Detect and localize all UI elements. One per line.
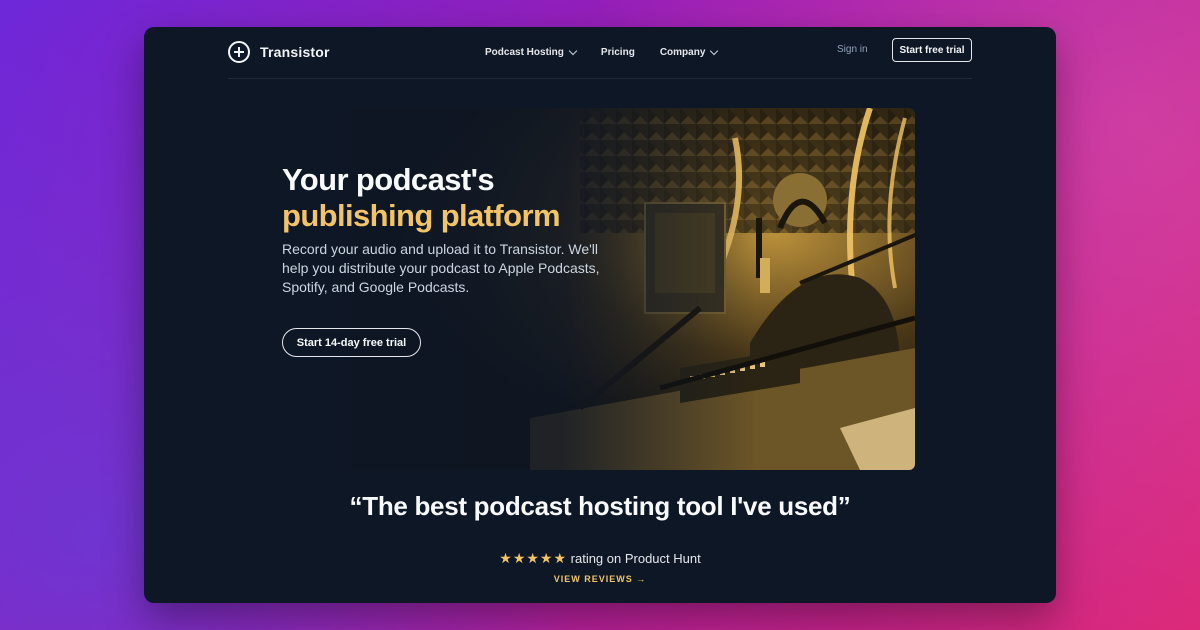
brand-logo[interactable]: Transistor xyxy=(228,39,330,65)
chevron-down-icon xyxy=(568,46,578,56)
hero-text-block: Your podcast's publishing platform Recor… xyxy=(282,162,622,297)
start-free-trial-button[interactable]: Start free trial xyxy=(892,38,972,62)
start-14-day-trial-button[interactable]: Start 14-day free trial xyxy=(282,328,421,357)
nav-company[interactable]: Company xyxy=(659,46,719,58)
main-menu: Podcast Hosting Pricing Company xyxy=(485,27,719,78)
nav-podcast-hosting[interactable]: Podcast Hosting xyxy=(485,46,578,58)
nav-pricing-label: Pricing xyxy=(600,47,635,58)
view-reviews-link[interactable]: VIEW REVIEWS → xyxy=(144,574,1056,584)
nav-pricing[interactable]: Pricing xyxy=(601,47,635,58)
five-star-rating-icon: ★★★★★ xyxy=(499,550,568,566)
transistor-logo-icon xyxy=(228,41,250,63)
browser-window: Transistor Podcast Hosting Pricing Compa… xyxy=(144,27,1056,603)
top-navigation: Transistor Podcast Hosting Pricing Compa… xyxy=(228,27,972,79)
product-hunt-rating: ★★★★★ rating on Product Hunt xyxy=(144,550,1056,567)
hero-title: Your podcast's publishing platform xyxy=(282,162,622,234)
testimonial-quote: “The best podcast hosting tool I've used… xyxy=(349,491,851,521)
nav-podcast-hosting-label: Podcast Hosting xyxy=(485,47,564,58)
chevron-down-icon xyxy=(710,46,719,56)
hero-image-panel: Your podcast's publishing platform Recor… xyxy=(280,108,915,470)
hero-title-line2: publishing platform xyxy=(282,198,561,233)
hero-subtitle: Record your audio and upload it to Trans… xyxy=(282,241,600,295)
rating-text: rating on Product Hunt xyxy=(567,551,701,566)
brand-name: Transistor xyxy=(260,44,330,60)
sign-in-link[interactable]: Sign in xyxy=(837,44,868,55)
hero-title-line1: Your podcast's xyxy=(282,162,495,197)
nav-company-label: Company xyxy=(659,47,706,58)
